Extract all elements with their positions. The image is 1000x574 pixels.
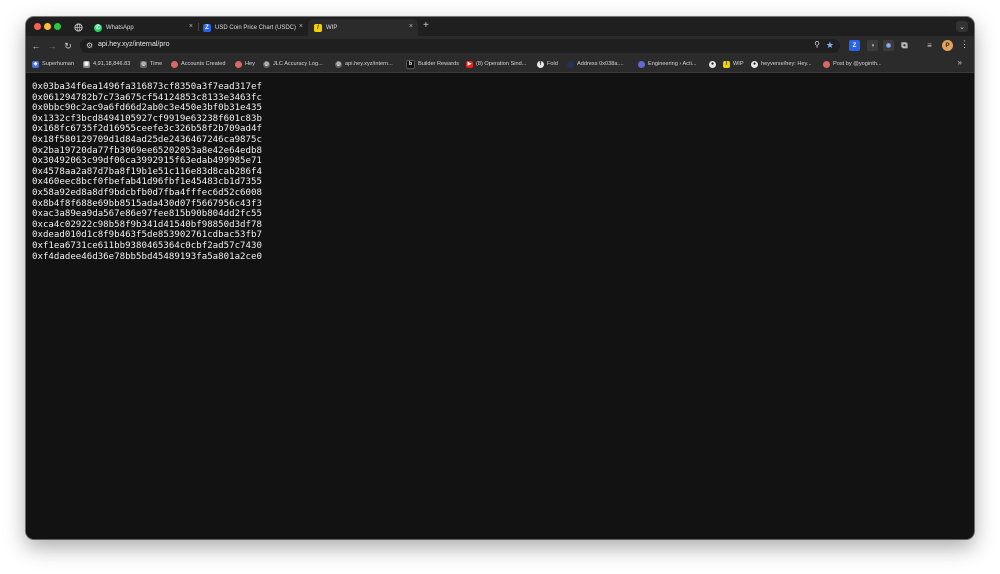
bookmark-post[interactable]: Post by @yoginth... xyxy=(823,59,882,69)
bookmark-time[interactable]: ◎ Time xyxy=(140,59,162,69)
zerion-icon: Z xyxy=(203,23,211,32)
address-bar[interactable]: ⚙ api.hey.xyz/internal/pro ⚲ ★ xyxy=(80,39,840,53)
back-arrow-icon[interactable]: ← xyxy=(30,40,42,52)
hey-icon xyxy=(171,60,178,68)
toolbar: ← → ↻ ⚙ api.hey.xyz/internal/pro ⚲ ★ Z ◑… xyxy=(26,36,974,56)
bookmark-wip[interactable]: / WIP xyxy=(723,59,744,69)
menu-icon[interactable]: ⋮ xyxy=(960,39,969,50)
bookmark-hey[interactable]: Hey xyxy=(235,59,255,69)
builder-icon: b xyxy=(406,59,415,69)
list-item: 0xdead010d1c8f9b463f5de853902761cdbac53f… xyxy=(32,230,262,241)
whatsapp-icon: ✆ xyxy=(94,23,102,32)
list-item: 0x03ba34f6ea1496fa316873cf8350a3f7ead317… xyxy=(32,82,262,92)
list-item: 0xf1ea6731ce611bb9380465364c0cbf2ad57c74… xyxy=(32,240,262,251)
tab-search-button[interactable]: ⌄ xyxy=(956,21,968,32)
page-content: 0x03ba34f6ea1496fa316873cf8350a3f7ead317… xyxy=(26,73,974,539)
list-item: 0x4578aa2a87d7ba8f19b1e51c116e83d8cab286… xyxy=(32,166,262,177)
hey-icon xyxy=(235,60,242,68)
bookmark-builder-rewards[interactable]: b Builder Rewards xyxy=(406,59,459,69)
globe-icon: ◎ xyxy=(263,60,270,68)
list-item: 0x1332cf3bcd8494105927cf9919e63238f601c8… xyxy=(32,113,262,124)
tab-wip[interactable]: / WIP × xyxy=(308,19,418,36)
tab-strip: ✆ WhatsApp × Z USD Coin Price Chart (USD… xyxy=(26,17,974,36)
etherscan-icon xyxy=(567,60,574,68)
list-item: 0x0bbc90c2ac9a6fd66d2ab0c3e450e3bf0b31e4… xyxy=(32,103,262,114)
notion-wip-icon: / xyxy=(723,60,730,68)
bookmark-fold[interactable]: f Fold xyxy=(537,59,558,69)
minimize-window-button[interactable] xyxy=(44,23,51,30)
address-list: 0x03ba34f6ea1496fa316873cf8350a3f7ead317… xyxy=(32,82,262,262)
list-item: 0x30492063c99df06ca3992915f63edab499985e… xyxy=(32,156,262,167)
bookmark-api-hey[interactable]: ◎ api.hey.xyz/intern... xyxy=(335,59,393,69)
notion-wip-icon: / xyxy=(314,23,322,32)
tab-label: WIP xyxy=(326,24,338,31)
bookmark-github[interactable]: ● xyxy=(709,59,719,69)
extension-icon[interactable]: ◉ xyxy=(883,40,894,51)
tab-usdc-chart[interactable]: Z USD Coin Price Chart (USDC) × xyxy=(197,19,308,36)
tab-label: USD Coin Price Chart (USDC) xyxy=(215,24,297,31)
puzzle-icon[interactable]: ⧉ xyxy=(899,40,910,51)
globe-icon: ◎ xyxy=(335,60,342,68)
globe-icon: ◎ xyxy=(140,60,147,68)
url-text[interactable]: api.hey.xyz/internal/pro xyxy=(98,41,169,48)
zoom-icon[interactable]: ⚲ xyxy=(814,40,820,49)
close-icon[interactable]: × xyxy=(299,23,303,30)
new-tab-button[interactable]: + xyxy=(423,20,429,31)
bookmark-superhuman[interactable]: ◆ Superhuman xyxy=(32,59,74,69)
maximize-window-button[interactable] xyxy=(54,23,61,30)
bookmarks-bar: ◆ Superhuman ▦ 4,91,18,846.83 ◎ Time Accoun… xyxy=(26,56,974,73)
list-item: 0x18f580129709d1d84ad25de2436467246ca987… xyxy=(32,134,262,145)
globe-icon xyxy=(73,22,83,32)
list-item: 0x58a92ed8a8df9bdcbfb0d7fba4fffec6d52c60… xyxy=(32,187,262,198)
close-window-button[interactable] xyxy=(34,23,41,30)
extension-icon[interactable]: ◑ xyxy=(867,40,878,51)
list-item: 0x061294782b7c73a675cf54124853c8133e3463… xyxy=(32,92,262,103)
more-bookmarks-icon[interactable]: » xyxy=(958,58,962,67)
list-item: 0x8b4f8f688e69bb8515ada430d07f5667956c43… xyxy=(32,198,262,209)
list-item: 0x460eec8bcf0fbefab41d96fbf1e45483cb1d73… xyxy=(32,177,262,188)
list-item: 0xf4dadee46d36e78bb5bd45489193fa5a801a2c… xyxy=(32,251,262,262)
avatar[interactable]: P xyxy=(942,40,953,51)
sheet-icon: ▦ xyxy=(83,60,90,68)
bookmark-accounts-created[interactable]: Accounts Created xyxy=(171,59,225,69)
superhuman-icon: ◆ xyxy=(32,60,39,68)
fold-icon: f xyxy=(537,60,544,68)
hey-icon xyxy=(823,60,830,68)
bookmark-sheet[interactable]: ▦ 4,91,18,846.83 xyxy=(83,59,130,69)
bookmark-heyverse[interactable]: ● heyverse/hey: Hey... xyxy=(751,59,812,69)
forward-arrow-icon[interactable]: → xyxy=(46,40,58,52)
bookmark-jlc[interactable]: ◎ JLC Accuracy Log... xyxy=(263,59,323,69)
reload-icon[interactable]: ↻ xyxy=(62,40,74,52)
youtube-icon: ▶ xyxy=(466,60,473,68)
tab-whatsapp[interactable]: ✆ WhatsApp × xyxy=(88,19,198,36)
site-settings-icon[interactable]: ⚙ xyxy=(86,41,93,50)
list-item: 0x2ba19720da77fb3069ee65202053a8e42e64ed… xyxy=(32,145,262,156)
reading-list-icon[interactable]: ≡ xyxy=(924,40,935,51)
github-icon: ● xyxy=(709,60,716,68)
close-icon[interactable]: × xyxy=(409,23,413,30)
linear-icon xyxy=(638,60,645,68)
bookmark-youtube[interactable]: ▶ (8) Operation Sind... xyxy=(466,59,526,69)
list-item: 0xac3a89ea9da567e86e97fee815b90b804dd2fc… xyxy=(32,209,262,220)
browser-window: ✆ WhatsApp × Z USD Coin Price Chart (USD… xyxy=(26,17,974,539)
bookmark-star-icon[interactable]: ★ xyxy=(826,40,834,51)
bookmark-etherscan[interactable]: Address 0x038a.... xyxy=(567,59,624,69)
bookmark-linear[interactable]: Engineering › Acti... xyxy=(638,59,697,69)
list-item: 0xca4c02922c98b58f9b341d41540bf98850d3df… xyxy=(32,219,262,230)
tab-label: WhatsApp xyxy=(106,24,134,31)
list-item: 0x168fc6735f2d16955ceefe3c326b58f2b709ad… xyxy=(32,124,262,135)
close-icon[interactable]: × xyxy=(189,23,193,30)
pinned-tab[interactable] xyxy=(70,20,86,34)
zerion-extension-icon[interactable]: Z xyxy=(849,40,860,51)
github-icon: ● xyxy=(751,60,758,68)
